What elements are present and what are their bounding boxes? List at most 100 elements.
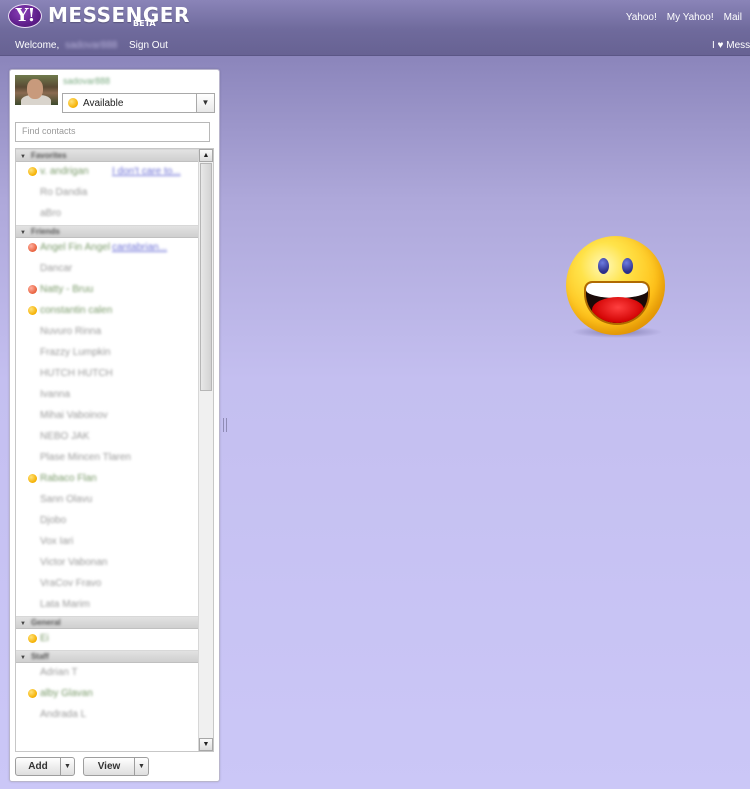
top-links: Yahoo! My Yahoo! Mail	[626, 12, 742, 23]
welcome-text: Welcome, sadovar888	[15, 40, 117, 51]
group-toggle-icon[interactable]: ▼	[20, 154, 26, 160]
mail-link[interactable]: Mail	[724, 12, 742, 23]
contact-row[interactable]: Lata Marim	[16, 595, 198, 616]
contact-row[interactable]: Angel Fin Angel cantabrian...	[16, 238, 198, 259]
contact-name: Rabaco Flan	[40, 473, 97, 484]
contact-row[interactable]: Adrian T	[16, 663, 198, 684]
my-display-name: sadovar888	[63, 76, 111, 86]
group-toggle-icon[interactable]: ▼	[20, 230, 26, 236]
contact-name: Plase Mincen Tlaren	[40, 452, 131, 463]
contact-name: Dancar	[40, 263, 73, 274]
contact-row[interactable]: HUTCH HUTCH	[16, 364, 198, 385]
status-dropdown[interactable]: Available ▼	[62, 93, 215, 113]
contact-name: Ei	[40, 633, 49, 644]
top-bar: Y! MESSENGER BETA Yahoo! My Yahoo! Mail …	[0, 0, 750, 56]
view-button[interactable]: View ▼	[83, 757, 149, 776]
avatar[interactable]	[15, 75, 58, 105]
status-label: Available	[83, 97, 124, 109]
contact-row[interactable]: Ivanna	[16, 385, 198, 406]
smiley-face-icon	[563, 236, 671, 344]
my-yahoo-link[interactable]: My Yahoo!	[667, 12, 714, 23]
contact-name: Vox Iari	[40, 536, 74, 547]
logo-text: MESSENGER	[48, 3, 190, 27]
status-dot-icon	[28, 167, 37, 176]
i-love-messenger-link[interactable]: I ♥ Messenger	[712, 40, 750, 51]
contact-name: Djobo	[40, 515, 67, 526]
group-header[interactable]: ▼ Friends	[16, 225, 198, 238]
contact-name: v. andrigan	[40, 166, 89, 177]
contact-row[interactable]: alby Glavan	[16, 684, 198, 705]
contact-name: aBro	[40, 208, 62, 219]
group-name: Favorites	[30, 151, 67, 160]
contact-status-message[interactable]: cantabrian...	[112, 242, 167, 253]
contact-row[interactable]: aBro	[16, 204, 198, 225]
contact-name: alby Glavan	[40, 688, 93, 699]
scrollbar[interactable]: ▲ ▼	[198, 149, 213, 751]
contact-row[interactable]: Natty - Bruu	[16, 280, 198, 301]
contact-name: Angel Fin Angel	[40, 242, 111, 253]
status-dot-icon	[28, 285, 37, 294]
username: sadovar888	[65, 40, 118, 51]
group-header[interactable]: ▼ Staff	[16, 650, 198, 663]
contact-name: Andrada L	[40, 709, 87, 720]
messenger-logo[interactable]: Y! MESSENGER	[8, 4, 190, 32]
view-menu-chevron-icon[interactable]: ▼	[134, 758, 148, 775]
contact-list-content: ▼ Favorites v. andrigan I don't care to... R…	[16, 149, 198, 726]
add-menu-chevron-icon[interactable]: ▼	[60, 758, 74, 775]
contact-row[interactable]: Andrada L	[16, 705, 198, 726]
contact-row[interactable]: Ei	[16, 629, 198, 650]
group-toggle-icon[interactable]: ▼	[20, 655, 26, 661]
group-name: Staff	[30, 652, 49, 661]
status-dot-icon	[28, 306, 37, 315]
add-button-label[interactable]: Add	[16, 758, 60, 775]
contact-name: Ivanna	[40, 389, 71, 400]
bottom-buttons: Add ▼ View ▼	[15, 757, 149, 776]
status-dot-icon	[28, 243, 37, 252]
chevron-down-icon[interactable]: ▼	[196, 94, 214, 112]
group-header[interactable]: ▼ Favorites	[16, 149, 198, 162]
group-header[interactable]: ▼ General	[16, 616, 198, 629]
contact-status-message[interactable]: I don't care to...	[112, 166, 181, 177]
scroll-up-icon[interactable]: ▲	[199, 149, 213, 162]
contact-row[interactable]: v. andrigan I don't care to...	[16, 162, 198, 183]
contact-row[interactable]: Ro Dandia	[16, 183, 198, 204]
view-button-label[interactable]: View	[84, 758, 134, 775]
contact-row[interactable]: Sann Olavu	[16, 490, 198, 511]
sign-out-link[interactable]: Sign Out	[129, 40, 168, 51]
add-button[interactable]: Add ▼	[15, 757, 75, 776]
contact-row[interactable]: VraCov Fravo	[16, 574, 198, 595]
yahoo-link[interactable]: Yahoo!	[626, 12, 657, 23]
welcome-label: Welcome,	[15, 40, 60, 51]
contact-name: constantin calen	[40, 305, 113, 316]
contact-name: NEBO JAK	[40, 431, 90, 442]
group-name: General	[30, 618, 61, 627]
contact-row[interactable]: Dancar	[16, 259, 198, 280]
group-toggle-icon[interactable]: ▼	[20, 621, 26, 627]
scroll-down-icon[interactable]: ▼	[199, 738, 213, 751]
yahoo-logo-icon: Y!	[8, 4, 42, 28]
group-name: Friends	[30, 227, 60, 236]
panel-resize-handle[interactable]	[223, 418, 227, 432]
contact-name: Natty - Bruu	[40, 284, 94, 295]
contact-row[interactable]: Vox Iari	[16, 532, 198, 553]
contact-row[interactable]: Victor Vabonan	[16, 553, 198, 574]
contact-name: Ro Dandia	[40, 187, 88, 198]
contact-name: HUTCH HUTCH	[40, 368, 113, 379]
status-dot-icon	[28, 474, 37, 483]
find-contacts-input[interactable]: Find contacts	[15, 122, 210, 142]
contact-row[interactable]: Frazzy Lumpkin	[16, 343, 198, 364]
beta-label: BETA	[133, 19, 156, 28]
contact-row[interactable]: constantin calen	[16, 301, 198, 322]
contact-list[interactable]: ▼ Favorites v. andrigan I don't care to... R…	[15, 148, 214, 752]
scroll-thumb[interactable]	[200, 163, 212, 391]
status-dot-icon	[68, 98, 78, 108]
contact-row[interactable]: NEBO JAK	[16, 427, 198, 448]
contact-row[interactable]: Plase Mincen Tlaren	[16, 448, 198, 469]
contact-name: Mihai Vaboinov	[40, 410, 108, 421]
contact-row[interactable]: Mihai Vaboinov	[16, 406, 198, 427]
contact-row[interactable]: Nuvuro Rinna	[16, 322, 198, 343]
contact-row[interactable]: Rabaco Flan	[16, 469, 198, 490]
contact-row[interactable]: Djobo	[16, 511, 198, 532]
contact-name: Adrian T	[40, 667, 78, 678]
contact-name: Victor Vabonan	[40, 557, 108, 568]
